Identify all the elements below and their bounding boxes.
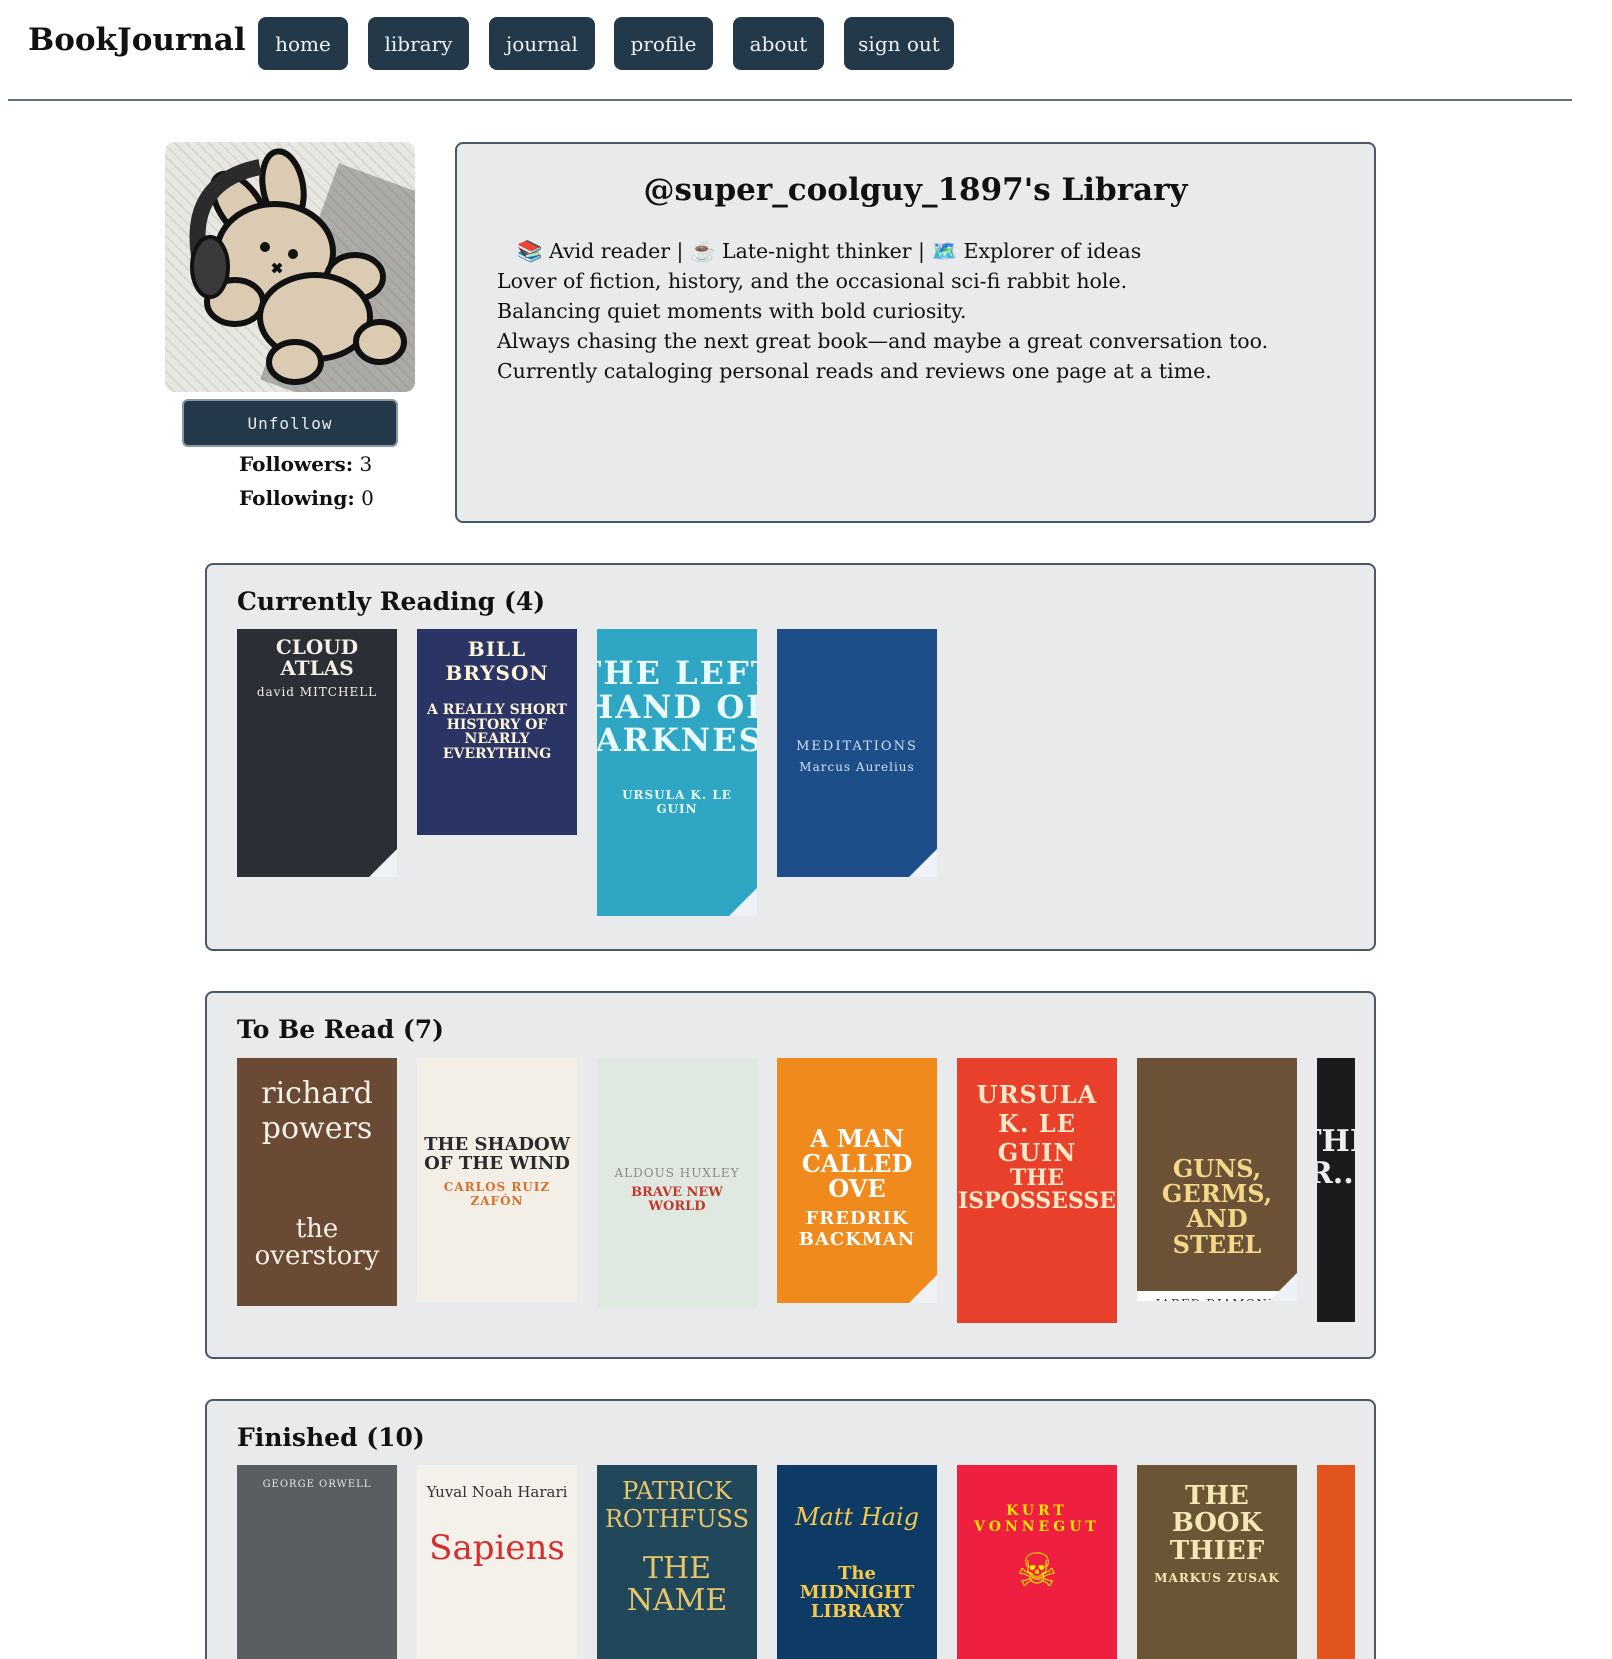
nav-journal-button[interactable]: journal (489, 17, 595, 70)
brand-logo[interactable]: BookJournal (28, 22, 246, 58)
avatar (165, 142, 415, 392)
nav-profile-button[interactable]: profile (614, 17, 713, 70)
nav-about-button[interactable]: about (733, 17, 824, 70)
bunny-headphones-icon (189, 148, 407, 385)
book-cover[interactable]: Yuval Noah Harari Sapiens (417, 1465, 577, 1659)
bio-line: Currently cataloging personal reads and … (497, 359, 1212, 383)
skull-icon: ☠ (1016, 1543, 1058, 1597)
followers-count: 3 (359, 452, 373, 476)
unfollow-button[interactable]: Unfollow (182, 399, 398, 447)
nav-library-button[interactable]: library (368, 17, 469, 70)
book-cover[interactable]: BILL BRYSON A REALLY SHORT HISTORY OF NEA… (417, 629, 577, 835)
bio-line: Lover of fiction, history, and the occas… (497, 269, 1128, 293)
bio-line: Balancing quiet moments with bold curios… (497, 299, 967, 323)
shelf-currently-reading: Currently Reading (4) CLOUD ATLAS david M… (205, 563, 1376, 951)
shelf-title: Finished (10) (237, 1423, 425, 1452)
book-cover[interactable]: Matt Haig The MIDNIGHT LIBRARY (777, 1465, 937, 1659)
book-cover[interactable]: THE SHADOW OF THE WIND CARLOS RUIZ ZAFÓN (417, 1058, 577, 1302)
book-cover[interactable] (1317, 1465, 1355, 1659)
book-cover[interactable]: ALDOUS HUXLEY BRAVE NEW WORLD (597, 1058, 757, 1308)
followers-stat: Followers: 3 (239, 452, 372, 476)
bio-line: 📚 Avid reader | ☕ Late-night thinker | 🗺… (517, 239, 1142, 263)
library-title: @super_coolguy_1897's Library (643, 172, 1188, 208)
book-cover[interactable]: THE BOOK THIEF MARKUS ZUSAK (1137, 1465, 1297, 1659)
book-cover[interactable]: GEORGE ORWELL (237, 1465, 397, 1659)
shelf-finished: Finished (10) GEORGE ORWELL Yuval Noah H… (205, 1399, 1376, 1659)
nav-signout-button[interactable]: sign out (844, 17, 954, 70)
book-cover[interactable]: THE R... (1317, 1058, 1355, 1322)
following-stat: Following: 0 (239, 486, 374, 510)
book-cover[interactable]: PATRICK ROTHFUSS THE NAME (597, 1465, 757, 1659)
book-cover[interactable]: KURT VONNEGUT ☠ (957, 1465, 1117, 1659)
following-count: 0 (361, 486, 374, 510)
book-cover[interactable]: richard powers the overstory (237, 1058, 397, 1306)
bio-line: Always chasing the next great book—and m… (497, 329, 1269, 353)
book-cover[interactable]: MEDITATIONS Marcus Aurelius (777, 629, 937, 877)
bio-text: 📚 Avid reader | ☕ Late-night thinker | 🗺… (497, 236, 1347, 386)
shelf-title: To Be Read (7) (237, 1015, 444, 1044)
book-cover[interactable]: CLOUD ATLAS david MITCHELL (237, 629, 397, 877)
book-cover[interactable]: THE LEFT HAND OF DARKNESSURSULA K. LE GU… (597, 629, 757, 916)
nav-home-button[interactable]: home (258, 17, 348, 70)
book-cover[interactable]: URSULA K. LE GUINTHE DISPOSSESSED (957, 1058, 1117, 1323)
book-cover[interactable]: GUNS, GERMS, AND STEELJARED DIAMOND (1137, 1058, 1297, 1301)
shelf-to-be-read: To Be Read (7) richard powers the oversto… (205, 991, 1376, 1359)
bio-panel: @super_coolguy_1897's Library 📚 Avid rea… (455, 142, 1376, 523)
following-label: Following: (239, 486, 355, 510)
top-nav: BookJournal home library journal profile… (8, 0, 1572, 101)
shelf-title: Currently Reading (4) (237, 587, 546, 616)
followers-label: Followers: (239, 452, 354, 476)
book-cover[interactable]: A MAN CALLED OVE FREDRIK BACKMAN (777, 1058, 937, 1303)
